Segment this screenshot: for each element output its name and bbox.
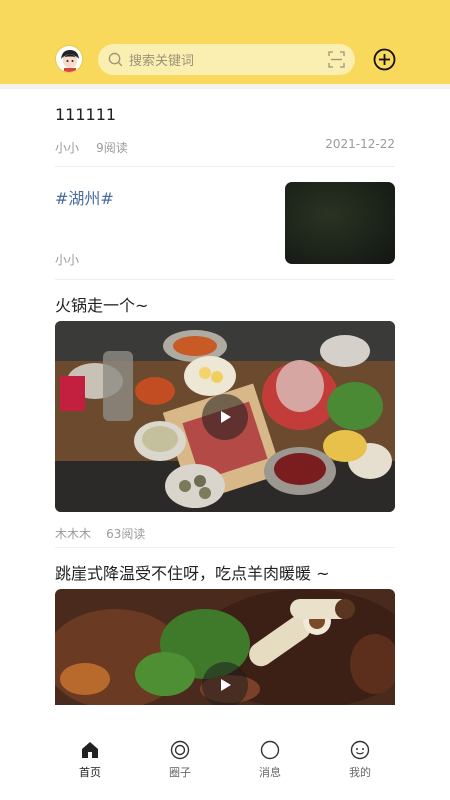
post-author: 小小 bbox=[55, 141, 80, 155]
post-item[interactable]: 火锅走一个~ bbox=[55, 292, 395, 316]
tab-messages[interactable]: 消息 bbox=[235, 740, 305, 795]
profile-icon bbox=[350, 740, 370, 760]
post-reads: 9阅读 bbox=[96, 141, 128, 155]
post-title: #湖州# bbox=[55, 189, 114, 208]
tab-home[interactable]: 首页 bbox=[55, 740, 125, 795]
search-bar[interactable]: 搜索关键词 bbox=[98, 44, 355, 75]
user-avatar[interactable] bbox=[55, 45, 83, 73]
post-item[interactable]: 111111 bbox=[55, 105, 395, 124]
post-author: 小小 bbox=[55, 253, 80, 267]
post-video[interactable] bbox=[55, 321, 395, 512]
tab-profile[interactable]: 我的 bbox=[325, 740, 395, 795]
post-date: 2021-12-22 bbox=[325, 137, 395, 151]
play-icon[interactable] bbox=[202, 394, 248, 440]
tab-label: 消息 bbox=[259, 766, 281, 779]
bottom-tab-bar: 首页 圈子 消息 我的 bbox=[0, 735, 450, 800]
tab-label: 圈子 bbox=[169, 766, 191, 779]
tab-label: 首页 bbox=[79, 766, 101, 779]
search-input[interactable]: 搜索关键词 bbox=[129, 50, 194, 69]
post-title: 跳崖式降温受不住呀，吃点羊肉暖暖 ~ bbox=[55, 564, 330, 583]
tab-circle[interactable]: 圈子 bbox=[145, 740, 215, 795]
message-icon bbox=[260, 740, 280, 760]
search-icon bbox=[108, 52, 123, 67]
post-item[interactable]: 跳崖式降温受不住呀，吃点羊肉暖暖 ~ bbox=[55, 560, 395, 584]
post-item[interactable]: #湖州# bbox=[55, 185, 275, 209]
post-thumbnail[interactable] bbox=[285, 182, 395, 264]
circle-icon bbox=[170, 740, 190, 760]
post-author: 木木木 bbox=[55, 527, 92, 541]
scan-icon[interactable] bbox=[328, 51, 345, 68]
divider bbox=[55, 279, 395, 280]
post-video[interactable] bbox=[55, 589, 395, 705]
post-meta: 小小 bbox=[55, 249, 275, 268]
post-reads: 63阅读 bbox=[106, 527, 146, 541]
feed-separator bbox=[0, 84, 450, 89]
play-icon[interactable] bbox=[202, 662, 248, 705]
divider bbox=[55, 547, 395, 548]
divider bbox=[55, 166, 395, 167]
app-header: 搜索关键词 bbox=[0, 0, 450, 84]
tab-label: 我的 bbox=[349, 766, 371, 779]
post-title: 111111 bbox=[55, 105, 117, 124]
home-icon bbox=[82, 742, 98, 758]
post-meta: 木木木 63阅读 bbox=[55, 523, 395, 542]
post-meta: 小小 9阅读 2021-12-22 bbox=[55, 137, 395, 155]
post-title: 火锅走一个~ bbox=[55, 296, 149, 315]
add-post-icon[interactable] bbox=[373, 48, 396, 71]
